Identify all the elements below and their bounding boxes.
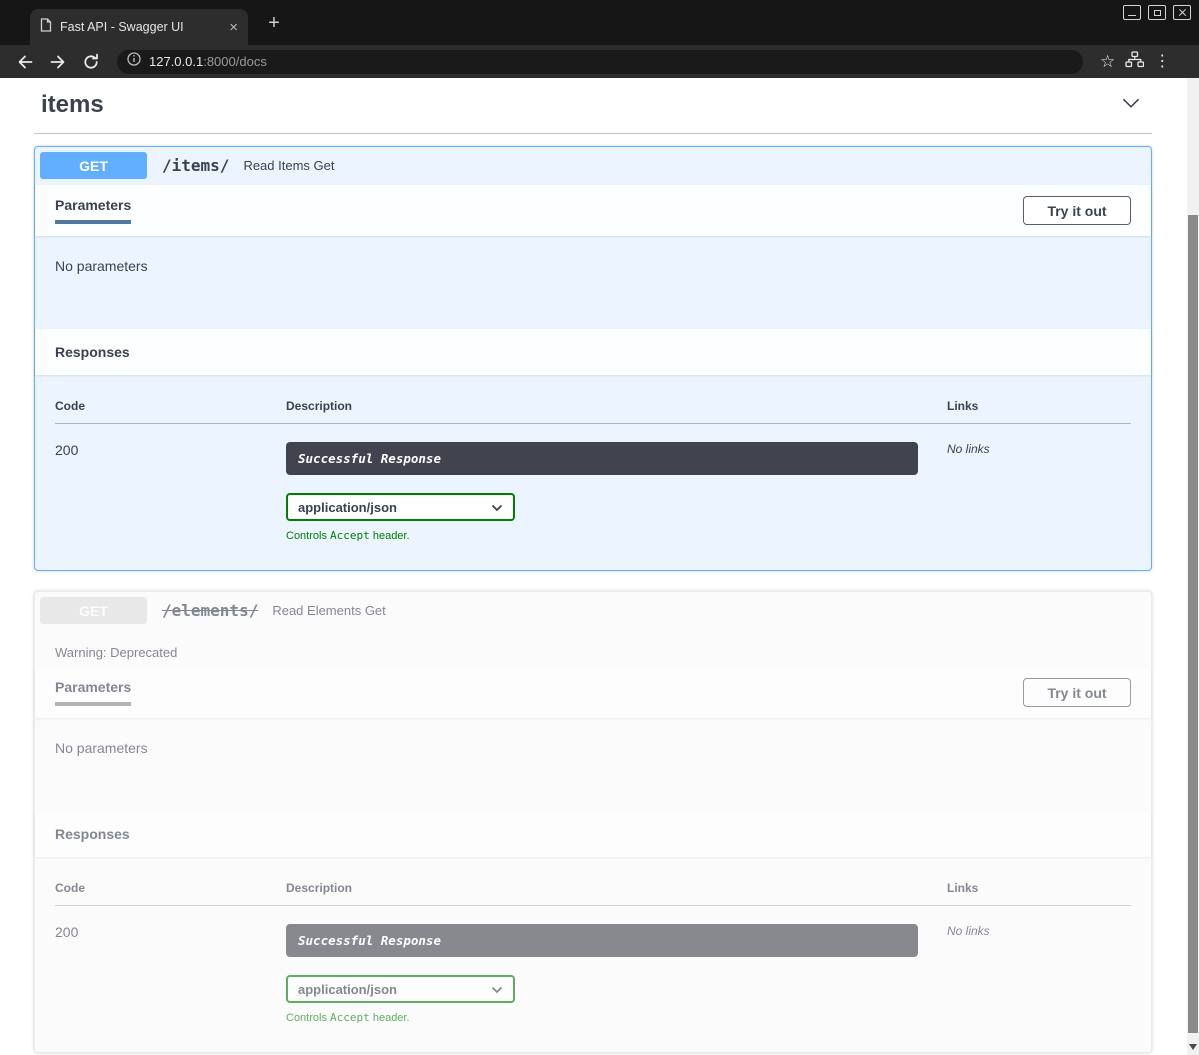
deprecated-warning: Warning: Deprecated <box>35 629 1151 666</box>
window-controls <box>1123 5 1191 20</box>
accept-note-suffix: header. <box>370 1012 410 1024</box>
accept-header-note: Controls Accept header. <box>286 1011 947 1024</box>
responses-header: Responses <box>35 811 1151 857</box>
accept-note-prefix: Controls <box>286 1012 330 1024</box>
responses-header: Responses <box>35 329 1151 375</box>
tab-parameters[interactable]: Parameters <box>55 679 131 706</box>
scrollbar-down-button[interactable] <box>1187 1042 1199 1052</box>
parameters-header: Parameters Try it out <box>35 667 1151 718</box>
toolbar-right-icons: ☆ ⋮ <box>1100 51 1170 73</box>
endpoint-path: /items/ <box>162 156 229 175</box>
responses-table: Code Description Links 200 Successful Re <box>55 863 1131 1024</box>
col-header-links: Links <box>947 863 1131 906</box>
table-row: 200 Successful Response application/json <box>55 906 1131 1025</box>
scrollbar-thumb[interactable] <box>1188 215 1198 1033</box>
media-type-value: application/json <box>298 500 397 515</box>
tab-parameters[interactable]: Parameters <box>55 197 131 224</box>
responses-table: Code Description Links 200 Successful Re <box>55 381 1131 542</box>
table-row: 200 Successful Response application/json <box>55 424 1131 543</box>
response-description: Successful Response <box>298 451 441 466</box>
reload-icon[interactable] <box>78 49 104 75</box>
opblock-get-elements-deprecated: GET /elements/ Read Elements Get Warning… <box>34 591 1152 1053</box>
col-header-code: Code <box>55 863 286 906</box>
opblock-get-items: GET /items/ Read Items Get Parameters Tr… <box>34 146 1152 571</box>
network-icon[interactable] <box>1125 51 1144 73</box>
col-header-code: Code <box>55 381 286 424</box>
collapse-chevron-icon[interactable] <box>1118 90 1144 119</box>
url-path: :8000/docs <box>203 54 267 69</box>
swagger-ui: items GET /items/ Read Items Get Paramet… <box>34 78 1152 1053</box>
media-type-value: application/json <box>298 982 397 997</box>
tab-title: Fast API - Swagger UI <box>60 20 221 34</box>
no-parameters-text: No parameters <box>35 236 1151 329</box>
accept-note-prefix: Controls <box>286 530 330 542</box>
page-icon <box>40 18 52 37</box>
response-code: 200 <box>55 906 286 1025</box>
endpoint-summary: Read Elements Get <box>272 603 385 618</box>
maximize-button[interactable] <box>1148 5 1166 20</box>
bookmark-star-icon[interactable]: ☆ <box>1100 53 1115 70</box>
url-bar[interactable]: 127.0.0.1:8000/docs <box>117 50 1083 74</box>
response-description-box: Successful Response <box>286 442 918 475</box>
endpoint-path: /elements/ <box>162 601 258 620</box>
col-header-description: Description <box>286 381 947 424</box>
accept-note-suffix: header. <box>370 530 410 542</box>
minimize-button[interactable] <box>1123 5 1141 20</box>
response-code: 200 <box>55 424 286 543</box>
media-type-select[interactable]: application/json <box>286 975 515 1003</box>
tag-title: items <box>41 91 104 119</box>
forward-icon[interactable] <box>45 49 71 75</box>
responses-table-wrapper: Code Description Links 200 Successful Re <box>35 857 1151 1052</box>
accept-header-note: Controls Accept header. <box>286 529 947 542</box>
chevron-down-icon <box>491 982 503 997</box>
url-text[interactable]: 127.0.0.1:8000/docs <box>149 54 267 69</box>
opblock-summary[interactable]: GET /items/ Read Items Get <box>35 147 1151 184</box>
col-header-links: Links <box>947 381 1131 424</box>
try-it-out-button[interactable]: Try it out <box>1023 678 1131 707</box>
response-description: Successful Response <box>298 933 441 948</box>
responses-title: Responses <box>55 344 130 360</box>
responses-table-wrapper: Code Description Links 200 Successful Re <box>35 375 1151 570</box>
new-tab-button[interactable]: + <box>263 12 285 34</box>
endpoint-summary: Read Items Get <box>243 158 334 173</box>
response-links: No links <box>947 424 1131 543</box>
responses-title: Responses <box>55 826 130 842</box>
scrollbar-track[interactable] <box>1187 78 1199 1055</box>
method-badge: GET <box>40 597 147 624</box>
browser-toolbar: 127.0.0.1:8000/docs ☆ ⋮ <box>0 45 1199 78</box>
method-badge: GET <box>40 152 147 179</box>
accept-code: Accept <box>330 1011 370 1024</box>
tag-section-header[interactable]: items <box>34 78 1152 134</box>
no-parameters-text: No parameters <box>35 718 1151 811</box>
browser-menu-icon[interactable]: ⋮ <box>1154 54 1170 70</box>
col-header-description: Description <box>286 863 947 906</box>
site-info-icon[interactable] <box>127 52 141 71</box>
page-content: items GET /items/ Read Items Get Paramet… <box>0 78 1199 1055</box>
opblock-summary[interactable]: GET /elements/ Read Elements Get <box>35 592 1151 629</box>
try-it-out-button[interactable]: Try it out <box>1023 196 1131 225</box>
tab-close-icon[interactable]: × <box>229 20 238 35</box>
chevron-down-icon <box>491 500 503 515</box>
response-description-box: Successful Response <box>286 924 918 957</box>
back-icon[interactable] <box>12 49 38 75</box>
accept-code: Accept <box>330 529 370 542</box>
url-host: 127.0.0.1 <box>149 54 203 69</box>
response-links: No links <box>947 906 1131 1025</box>
browser-tab[interactable]: Fast API - Swagger UI × <box>30 9 248 45</box>
parameters-header: Parameters Try it out <box>35 185 1151 236</box>
media-type-select[interactable]: application/json <box>286 493 515 521</box>
window-titlebar: Fast API - Swagger UI × + <box>0 0 1199 45</box>
close-button[interactable] <box>1173 5 1191 20</box>
